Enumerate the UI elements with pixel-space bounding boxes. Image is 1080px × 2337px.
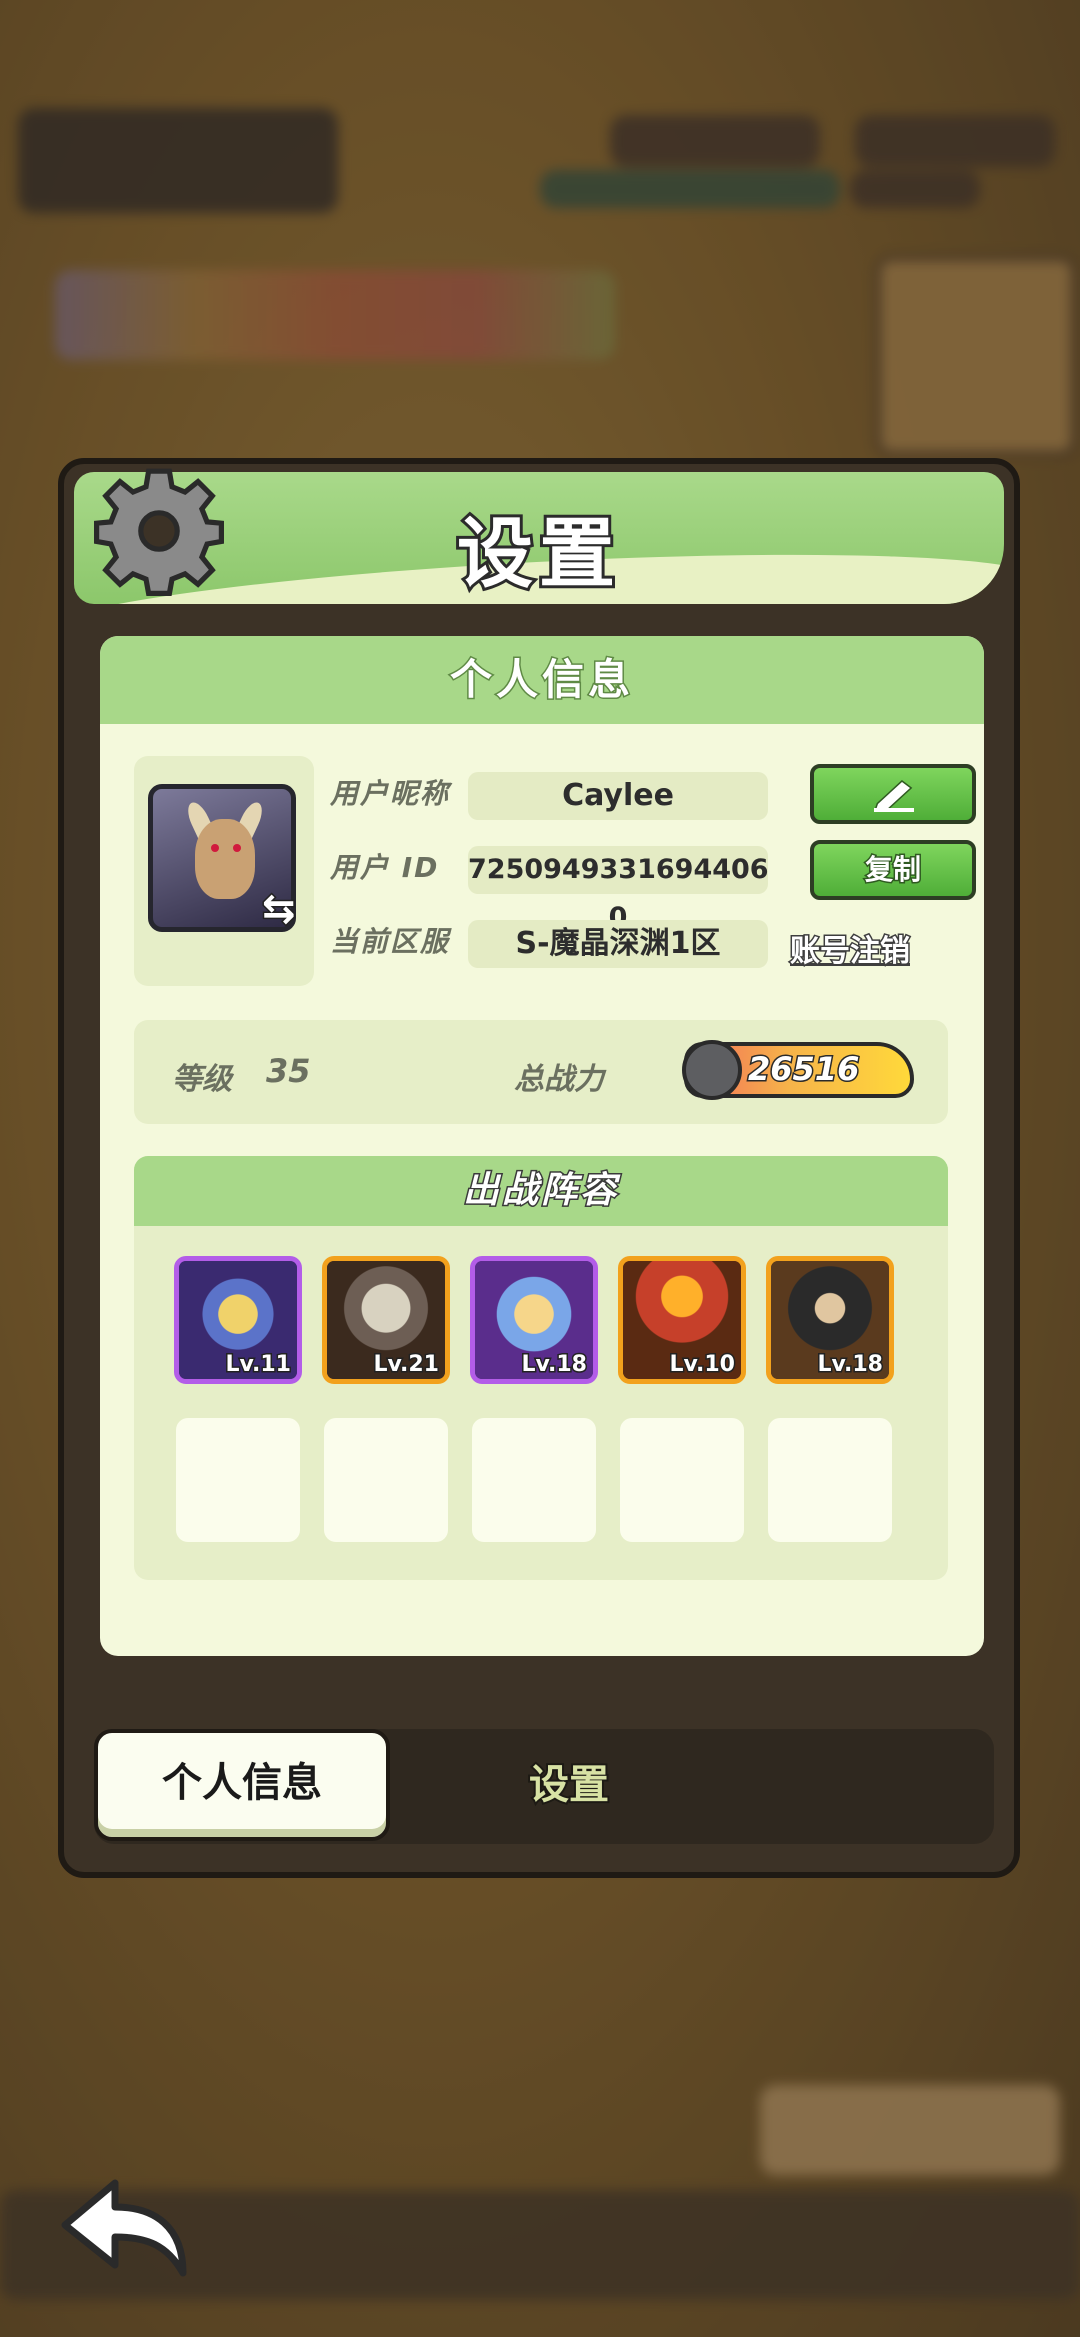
empty-hero-slot[interactable] <box>768 1418 892 1542</box>
server-label: 当前区服 <box>330 925 451 958</box>
level-value: 35 <box>266 1052 311 1090</box>
tab-settings[interactable]: 设置 <box>394 1729 744 1841</box>
hero-card[interactable]: Lv.21 <box>322 1256 450 1384</box>
avatar-eye <box>233 844 241 852</box>
nickname-field: Caylee <box>468 772 768 820</box>
edit-nickname-button[interactable] <box>810 764 976 824</box>
gear-icon <box>94 468 224 596</box>
empty-hero-slot[interactable] <box>620 1418 744 1542</box>
lineup-title: 出战阵容 <box>134 1156 948 1226</box>
hero-card[interactable]: Lv.10 <box>618 1256 746 1384</box>
power-badge: 26516 <box>682 1040 914 1100</box>
hero-level: Lv.21 <box>372 1351 441 1379</box>
settings-dialog: 设置 个人信息 ⇆ 用户昵称 Caylee 用户 ID 725094933169… <box>58 458 1020 1878</box>
nickname-label: 用户昵称 <box>330 777 451 810</box>
empty-hero-slot[interactable] <box>472 1418 596 1542</box>
server-field: S-魔晶深渊1区 <box>468 920 768 968</box>
pencil-icon <box>873 780 914 812</box>
stats-bar: 等级 35 总战力 26516 <box>134 1020 948 1124</box>
hero-card[interactable]: Lv.11 <box>174 1256 302 1384</box>
user-id-field: 7250949331694406​0 <box>468 846 769 933</box>
power-value: 26516 <box>746 1049 860 1090</box>
hero-level: Lv.18 <box>816 1351 885 1379</box>
hero-card[interactable]: Lv.18 <box>766 1256 894 1384</box>
hero-level: Lv.18 <box>520 1351 589 1379</box>
account-delete-link[interactable]: 账号注销 <box>789 926 912 971</box>
level-label: 等级 <box>172 1062 232 1097</box>
power-label: 总战力 <box>514 1062 604 1097</box>
empty-hero-slot[interactable] <box>324 1418 448 1542</box>
crossed-swords-icon <box>682 1040 742 1100</box>
personal-info-panel: 个人信息 ⇆ 用户昵称 Caylee 用户 ID 725094933169440… <box>100 636 984 1656</box>
panel-title: 个人信息 <box>100 636 984 724</box>
copy-button[interactable]: 复制 <box>810 840 976 900</box>
avatar-face <box>195 819 255 899</box>
avatar-box: ⇆ <box>134 756 314 986</box>
swap-avatar-icon[interactable]: ⇆ <box>261 885 297 934</box>
hero-level: Lv.10 <box>668 1351 737 1379</box>
dialog-tabs: 个人信息 设置 <box>94 1729 994 1844</box>
hero-card[interactable]: Lv.18 <box>470 1256 598 1384</box>
lineup-section: 出战阵容 Lv.11 Lv.21 Lv.18 Lv.10 Lv.18 <box>134 1156 948 1580</box>
hero-level: Lv.11 <box>224 1351 293 1379</box>
user-id-label: 用户 ID <box>330 851 440 884</box>
back-arrow-icon[interactable] <box>55 2175 195 2285</box>
avatar-eye <box>211 844 219 852</box>
empty-hero-slot[interactable] <box>176 1418 300 1542</box>
tab-personal-info[interactable]: 个人信息 <box>94 1729 390 1841</box>
